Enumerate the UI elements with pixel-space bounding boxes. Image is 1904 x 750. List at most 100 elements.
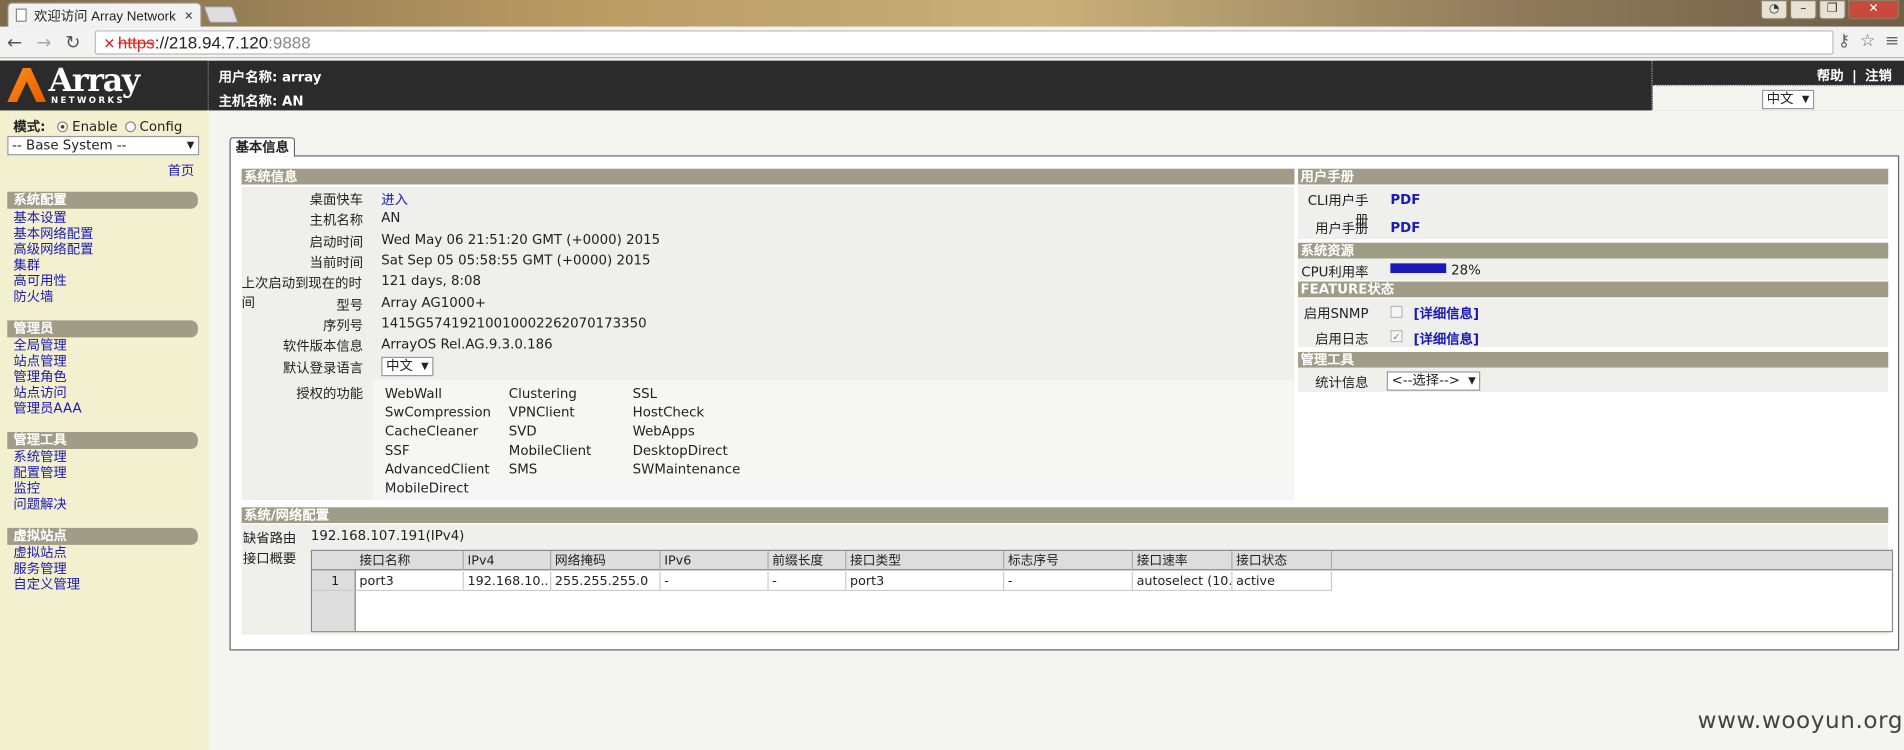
snmp-checkbox[interactable] xyxy=(1390,305,1403,318)
sidebar-item-virtual-site[interactable]: 虚拟站点 xyxy=(13,545,66,561)
feature: SSL xyxy=(632,385,658,402)
sidebar-item-monitor[interactable]: 监控 xyxy=(13,481,40,497)
log-detail-link[interactable]: [详细信息] xyxy=(1413,329,1479,348)
sidebar-item-admin-aaa[interactable]: 管理员AAA xyxy=(13,400,81,416)
section-admin[interactable]: 管理员 xyxy=(7,320,198,338)
manual-title: 用户手册 xyxy=(1298,168,1889,185)
logo-mark-icon xyxy=(7,67,47,102)
user-manual-pdf-link[interactable]: PDF xyxy=(1390,220,1420,236)
mode-config-radio[interactable]: Config xyxy=(124,118,182,134)
resource-box xyxy=(1298,258,1889,281)
boot-time-value: Wed May 06 21:51:20 GMT (+0000) 2015 xyxy=(381,231,661,248)
col-header[interactable]: 前缀长度 xyxy=(769,550,847,571)
sidebar-item-site[interactable]: 站点管理 xyxy=(13,353,66,369)
row-label-desktop: 桌面快车 xyxy=(309,191,364,208)
sidebar-item-roles[interactable]: 管理角色 xyxy=(13,369,66,385)
cli-manual-pdf-link[interactable]: PDF xyxy=(1390,192,1420,208)
reload-icon[interactable]: ↻ xyxy=(58,31,87,53)
feature: SVD xyxy=(508,423,537,440)
url-sep: :// xyxy=(154,32,169,53)
snmp-label: 启用SNMP xyxy=(1303,305,1369,322)
menu-icon[interactable]: ≡ xyxy=(1885,32,1899,51)
col-header[interactable]: IPv4 xyxy=(464,550,552,571)
row-label-default-lang: 默认登录语言 xyxy=(282,360,364,377)
bookmark-star-icon[interactable]: ☆ xyxy=(1860,32,1875,51)
table-cell: - xyxy=(768,571,847,592)
key-icon[interactable]: ⚷ xyxy=(1838,32,1850,51)
sidebar-item-basic-network[interactable]: 基本网络配置 xyxy=(13,226,93,242)
browser-tab[interactable]: 欢迎访问 Array Network × xyxy=(7,2,202,27)
sysinfo-title: 系统信息 xyxy=(241,168,1295,185)
home-link[interactable]: 首页 xyxy=(168,160,195,179)
close-window-icon[interactable]: ✕ xyxy=(1848,0,1900,20)
default-lang-select[interactable]: 中文 xyxy=(381,356,434,377)
feature: SwCompression xyxy=(384,404,492,420)
sidebar-item-site-access[interactable]: 站点访问 xyxy=(13,385,66,401)
sidebar-item-basic-settings[interactable]: 基本设置 xyxy=(13,210,66,226)
help-link[interactable]: 帮助 xyxy=(1817,68,1844,84)
insecure-lock-icon: ✕ xyxy=(103,35,116,53)
language-select[interactable]: 中文 xyxy=(1761,89,1815,110)
col-header[interactable]: 接口状态 xyxy=(1233,550,1333,571)
system-select[interactable]: -- Base System -- xyxy=(7,135,200,156)
hostname-value: AN xyxy=(381,209,401,226)
mode-label: 模式: xyxy=(13,118,46,135)
logo-sub: NETWORKS xyxy=(51,95,126,106)
user-manual-label: 用户手册 xyxy=(1315,220,1369,237)
stats-select[interactable]: <--选择--> xyxy=(1386,371,1481,391)
sidebar-item-firewall[interactable]: 防火墙 xyxy=(13,289,53,305)
sidebar-item-config-admin[interactable]: 配置管理 xyxy=(13,465,66,481)
feature: SMS xyxy=(508,461,538,477)
log-checkbox[interactable]: ✓ xyxy=(1390,330,1403,343)
tools-title: 管理工具 xyxy=(1298,351,1889,368)
address-bar[interactable]: ✕ https://218.94.7.120:9888 xyxy=(94,30,1834,55)
row-label-software: 软件版本信息 xyxy=(282,338,364,355)
array-logo: Array NETWORKS xyxy=(0,60,209,111)
mode-enable-radio[interactable]: Enable xyxy=(57,118,118,134)
table-cell: port3 xyxy=(355,571,464,592)
col-header[interactable]: 网络掩码 xyxy=(551,550,661,571)
sidebar-item-cluster[interactable]: 集群 xyxy=(13,257,40,273)
user-icon[interactable]: ◔ xyxy=(1760,0,1788,20)
feature: VPNClient xyxy=(508,404,575,420)
snmp-detail-link[interactable]: [详细信息] xyxy=(1413,303,1479,322)
feature: WebWall xyxy=(384,385,443,402)
feature: CacheCleaner xyxy=(384,423,479,440)
uptime-value: 121 days, 8:08 xyxy=(381,273,482,289)
back-icon[interactable]: ← xyxy=(0,31,29,53)
col-header[interactable]: 接口速率 xyxy=(1133,550,1233,571)
url-scheme: https xyxy=(117,32,155,53)
default-route-value: 192.168.107.191(IPv4) xyxy=(310,527,465,544)
forward-icon[interactable]: → xyxy=(29,31,58,53)
desktop-direct-link[interactable]: 进入 xyxy=(381,189,408,208)
iface-summary-label: 接口概要 xyxy=(242,550,297,567)
features-label: 授权的功能 xyxy=(296,385,364,402)
col-header[interactable]: 标志序号 xyxy=(1004,550,1133,571)
sidebar-item-system-admin[interactable]: 系统管理 xyxy=(13,449,66,465)
col-header[interactable]: 接口名称 xyxy=(356,550,464,571)
table-cell: 192.168.10... xyxy=(463,571,552,592)
col-header[interactable]: 接口类型 xyxy=(846,550,1005,571)
section-tools[interactable]: 管理工具 xyxy=(7,432,198,450)
sidebar-item-custom[interactable]: 自定义管理 xyxy=(13,576,80,592)
logout-link[interactable]: 注销 xyxy=(1865,68,1892,84)
sidebar-item-ha[interactable]: 高可用性 xyxy=(13,273,66,289)
default-route-label: 缺省路由 xyxy=(242,530,297,547)
feature: DesktopDirect xyxy=(632,442,728,459)
col-header[interactable]: IPv6 xyxy=(661,550,769,571)
sidebar-item-troubleshoot[interactable]: 问题解决 xyxy=(13,496,66,512)
section-system-config[interactable]: 系统配置 xyxy=(7,191,198,209)
sidebar: 模式: Enable Config -- Base System -- 首页 系… xyxy=(0,110,209,750)
section-virtual-sites[interactable]: 虚拟站点 xyxy=(7,527,198,545)
link-separator: | xyxy=(1851,67,1857,84)
manual-box xyxy=(1298,185,1889,240)
restore-icon[interactable]: ❐ xyxy=(1819,0,1846,20)
sidebar-item-advanced-network[interactable]: 高级网络配置 xyxy=(13,242,93,258)
close-tab-icon[interactable]: × xyxy=(185,7,194,24)
sidebar-item-service[interactable]: 服务管理 xyxy=(13,561,66,577)
tab-basic-info[interactable]: 基本信息 xyxy=(229,137,296,157)
feature: MobileClient xyxy=(508,442,592,459)
new-tab-button[interactable] xyxy=(203,6,239,24)
sidebar-item-global[interactable]: 全局管理 xyxy=(13,337,66,353)
minimize-icon[interactable]: – xyxy=(1789,0,1817,20)
